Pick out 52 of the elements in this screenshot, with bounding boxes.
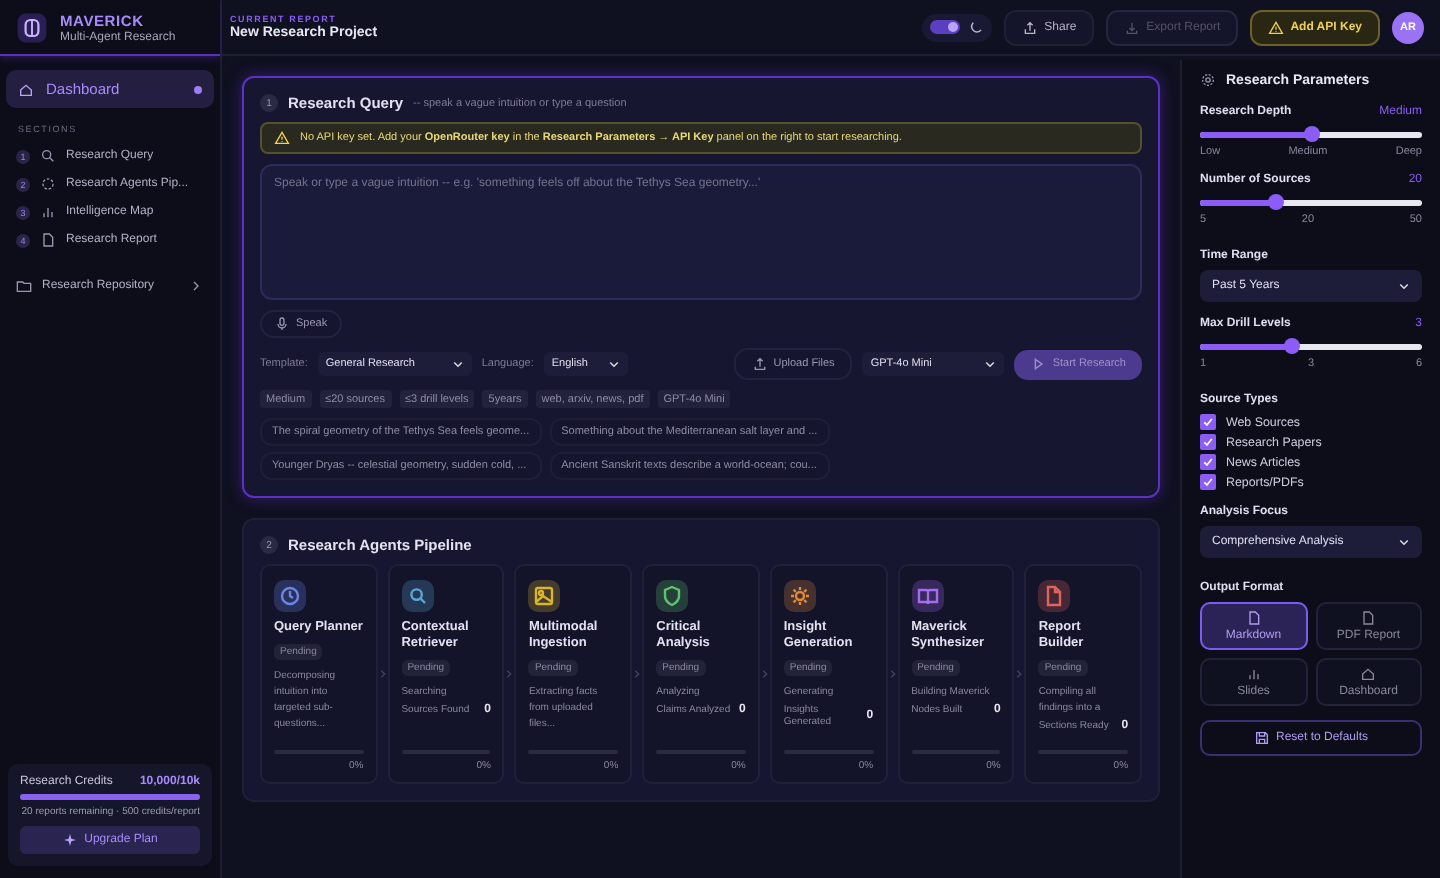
settings-icon [1200, 72, 1216, 88]
agent-icon [1038, 580, 1071, 612]
caret-icon [451, 358, 464, 370]
checkbox[interactable] [1200, 434, 1216, 450]
agent-icon [783, 580, 816, 612]
home-icon [18, 81, 34, 97]
theme-toggle[interactable] [930, 20, 961, 34]
warning-icon [274, 130, 290, 146]
slider[interactable] [1200, 126, 1422, 142]
caret-icon [1398, 536, 1410, 548]
agent-icon [911, 580, 944, 612]
search-icon [40, 148, 56, 164]
warning-icon [1268, 19, 1285, 35]
document-icon [40, 232, 56, 248]
slider-thumb[interactable] [1303, 126, 1319, 142]
chevron-icon [887, 666, 898, 682]
slider[interactable] [1200, 338, 1422, 354]
chart-icon [40, 204, 56, 220]
agent-icon [528, 580, 561, 612]
chevron-icon [1014, 666, 1025, 682]
document-icon [1245, 610, 1262, 626]
logo-icon [16, 12, 48, 44]
microphone-icon [274, 316, 290, 332]
document-icon [1360, 610, 1377, 626]
share-icon [1022, 19, 1039, 35]
slider[interactable] [1200, 194, 1422, 210]
chevron-icon [504, 666, 515, 682]
home-icon [1360, 666, 1377, 682]
caret-icon [984, 358, 997, 370]
moon-icon [968, 19, 985, 35]
agent-icon [274, 580, 306, 612]
agent-icon [401, 580, 434, 612]
slider-thumb[interactable] [1283, 338, 1299, 354]
chevron-icon [632, 666, 643, 682]
active-dot [194, 85, 202, 93]
checkbox[interactable] [1200, 474, 1216, 490]
chevron-icon [377, 666, 388, 682]
slider-thumb[interactable] [1267, 194, 1284, 210]
caret-icon [1398, 280, 1410, 292]
upload-icon [751, 356, 768, 372]
checkbox[interactable] [1200, 414, 1216, 430]
play-icon [1030, 356, 1047, 372]
caret-icon [607, 358, 620, 370]
dashed-circle-icon [40, 176, 56, 192]
save-icon [1253, 730, 1270, 746]
chart-icon [1245, 666, 1262, 682]
sparkle-icon [62, 832, 79, 848]
download-icon [1124, 19, 1141, 35]
folder-icon [16, 278, 32, 294]
checkbox[interactable] [1200, 454, 1216, 470]
agent-icon [656, 580, 689, 612]
chevron-icon [759, 666, 770, 682]
